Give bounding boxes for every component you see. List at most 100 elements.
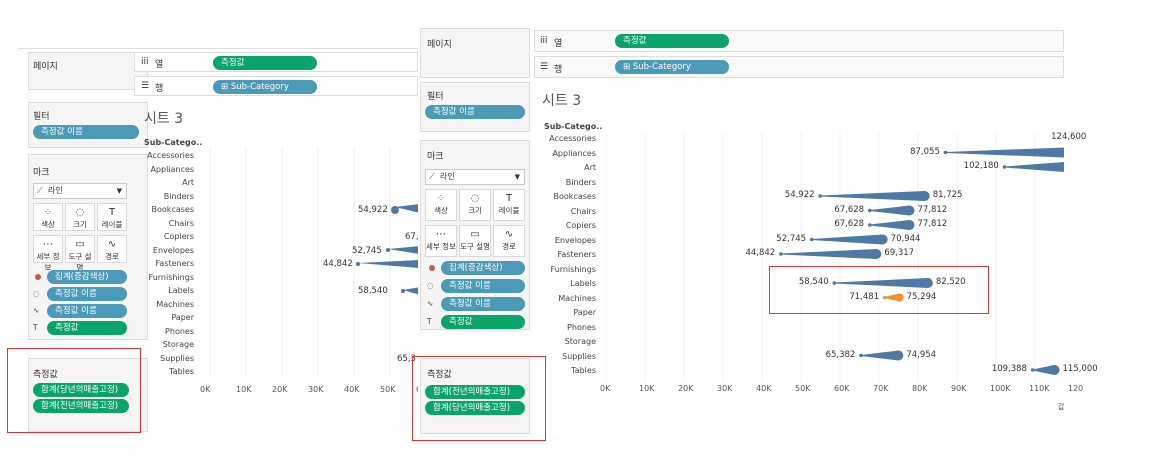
left-mark-pill-size[interactable]: 측정값 이름 [47,287,127,301]
category-label: Copiers [565,221,596,230]
category-label: Furnishings [550,264,596,274]
left-mark-envelopes [388,246,418,254]
columns-icon: iii [540,36,548,46]
left-marks-title: 마크 [33,168,50,178]
right-size-button[interactable]: ◌ 크기 [459,189,491,221]
x-tick-label: 60K [834,384,850,393]
category-label: Bookcases [151,205,194,214]
x-tick-label: 40K [344,385,360,394]
data-label: 52,745 [352,245,382,256]
category-label: Accessories [147,151,194,160]
color-icon: ⁘ [436,193,446,204]
right-columns-pill[interactable]: 측정값 [615,34,729,48]
left-mark-pill-path[interactable]: 측정값 이름 [47,304,127,318]
category-label: Storage [162,340,194,349]
right-rows-pill[interactable]: ⊞ Sub-Category [615,60,729,74]
left-filter-pill[interactable]: 측정값 이름 [33,125,139,139]
x-tick-label: 30K [717,384,733,393]
right-mark-pill-label[interactable]: 측정값 [441,315,525,329]
end-point [919,191,930,201]
left-columns-pill[interactable]: 측정값 [213,56,317,70]
path-shelf-icon: ∿ [427,299,434,308]
left-detail-button[interactable]: ⋯ 세부 정보 [33,235,63,272]
left-mark-pill-color[interactable]: 집계(증감색상) [47,270,127,284]
start-point [779,252,783,256]
line-mark-appliances [945,147,1064,158]
left-axis-header: Sub-Catego.. [144,138,203,147]
right-pages-title: 페이지 [427,40,452,50]
x-tick-label: 10K [236,385,252,394]
left-point-labels [401,289,405,293]
right-mark-pill-path[interactable]: 측정값 이름 [441,297,525,311]
right-detail-button[interactable]: ⋯ 세부 정보 [425,225,457,257]
category-label: Labels [168,286,194,295]
right-path-button[interactable]: ∿ 경로 [493,225,525,257]
line-mark-supplies [860,350,899,361]
x-tick-label: 0K [200,385,211,394]
start-point [809,237,814,242]
x-tick-label: 100K [990,384,1011,393]
right-color-button[interactable]: ⁘ 색상 [425,189,457,221]
right-rows-shelf[interactable]: ☰ 행 ⊞ Sub-Category [534,56,1064,78]
data-label-start: 87,055 [910,146,940,157]
x-tick-label: 30K [308,385,324,394]
label-shelf-icon: T [427,317,432,326]
right-columns-shelf[interactable]: iii 열 측정값 [534,30,1064,52]
size-shelf-icon: ◌ [427,281,434,290]
right-sheet-title: 시트 3 [542,93,582,109]
data-label-start: 102,180 [963,161,999,171]
left-tooltip-button[interactable]: ▭ 도구 설명 [65,235,95,272]
data-label-end: 77,812 [917,219,948,229]
line-mark-envelopes [811,234,883,245]
x-tick-label: 20K [678,384,694,393]
category-label: Envelopes [554,235,596,245]
end-point [893,350,904,361]
x-tick-label: 70K [873,384,889,393]
category-label: Phones [567,322,596,332]
right-label-button[interactable]: T 레이블 [493,189,525,221]
left-point-envelopes [386,248,390,252]
left-rows-pill[interactable]: ⊞ Sub-Category [213,80,317,94]
right-axis-header: Sub-Catego.. [544,122,603,131]
category-label: Chairs [168,218,194,228]
data-label-end: 69,317 [884,248,915,258]
start-point [943,150,948,155]
right-mark-type-dropdown[interactable]: ⟋ 라인 ▼ [425,169,525,185]
category-label: Accessories [549,134,596,143]
left-path-button[interactable]: ∿ 경로 [97,235,127,263]
line-type-icon: ⟋ [37,186,43,195]
category-label: Art [584,163,596,172]
line-mark-bookcases [820,191,925,201]
label-shelf-icon: T [33,323,38,332]
line-type-icon: ⟋ [429,172,435,181]
right-mark-pill-color[interactable]: 집계(증감색상) [441,261,525,275]
left-chart-svg [209,148,418,376]
size-icon: ◌ [75,207,85,218]
data-label-start: 109,388 [991,364,1027,374]
start-point [1030,368,1035,372]
right-filter-pill[interactable]: 측정값 이름 [425,105,525,119]
data-label-start: 44,842 [745,248,776,258]
left-toolbar-strip [18,42,418,49]
left-filters-title: 필터 [33,112,50,122]
line-mark-art [1004,162,1064,172]
left-size-button[interactable]: ◌ 크기 [65,203,95,231]
left-label-button[interactable]: T 레이블 [97,203,127,231]
left-color-button[interactable]: ⁘ 색상 [33,203,63,231]
left-mark-pill-label[interactable]: 측정값 [47,321,127,335]
category-label: Machines [156,299,194,309]
left-rows-shelf[interactable]: ☰ 행 ⊞ Sub-Category [134,76,418,96]
data-label-end: 77,812 [917,204,948,215]
left-mark-type-dropdown[interactable]: ⟋ 라인 ▼ [33,183,127,199]
category-label: Appliances [150,164,194,174]
chevron-down-icon: ▼ [514,173,520,181]
x-tick-label: 110K [1029,384,1050,393]
category-label: Phones [165,326,194,336]
right-tooltip-button[interactable]: ▭ 도구 설명 [459,225,491,257]
category-label: Binders [565,177,596,187]
left-columns-shelf[interactable]: iii 열 측정값 [134,52,418,72]
right-axis-title-fragment: 값 [1058,403,1065,411]
right-marks-title: 마크 [427,152,444,162]
data-label-end: 70,944 [890,233,921,244]
right-mark-pill-size[interactable]: 측정값 이름 [441,279,525,293]
